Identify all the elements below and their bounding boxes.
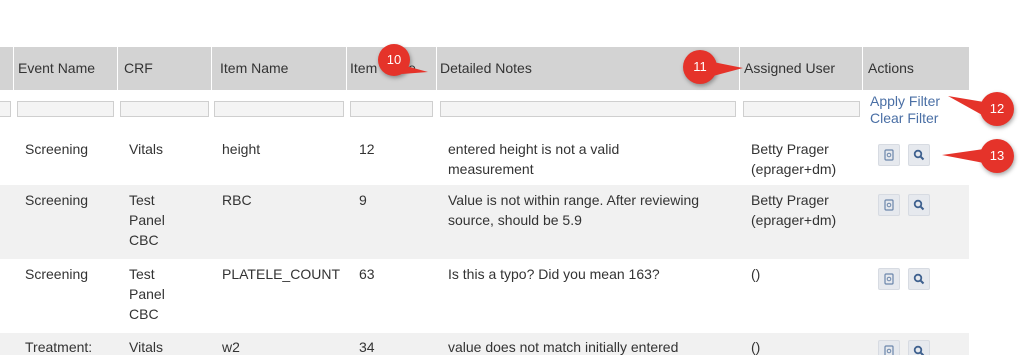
clear-filter-link[interactable]: Clear Filter xyxy=(870,110,938,126)
view-note-button[interactable] xyxy=(878,268,900,290)
note-view-icon xyxy=(884,273,894,285)
filter-input-item-name[interactable] xyxy=(214,101,344,117)
apply-filter-link[interactable]: Apply Filter xyxy=(870,93,940,109)
cell-item-value: 34 xyxy=(359,339,375,355)
filter-input-event-name[interactable] xyxy=(17,101,114,117)
column-header-assigned-user[interactable]: Assigned User xyxy=(744,47,860,90)
cell-event-name: Treatment: xyxy=(25,339,93,355)
cell-item-value: 63 xyxy=(359,266,375,282)
cell-item-name: height xyxy=(222,141,261,157)
magnifier-icon xyxy=(913,199,925,211)
cell-item-value: 9 xyxy=(359,192,367,208)
view-note-button[interactable] xyxy=(878,340,900,355)
cell-item-name: PLATELE_COUNT xyxy=(222,266,340,282)
column-header-crf[interactable]: CRF xyxy=(124,47,210,90)
callout-badge-12: 12 xyxy=(948,92,1014,126)
callout-number: 13 xyxy=(989,148,1005,163)
column-header-event-name[interactable]: Event Name xyxy=(18,47,114,90)
table-header: Event Name CRF Item Name Item Value Deta… xyxy=(0,47,969,90)
cell-detailed-notes: Is this a typo? Did you mean 163? xyxy=(448,266,660,282)
cell-detailed-notes: value does not match initially entered xyxy=(448,339,679,355)
cell-detailed-notes: Value is not within range. After reviewi… xyxy=(448,192,700,228)
filter-input-previous-column[interactable] xyxy=(0,101,11,117)
cell-item-name: w2 xyxy=(222,339,240,355)
note-view-icon xyxy=(884,345,894,355)
table-row: Screening Test Panel CBC PLATELE_COUNT 6… xyxy=(0,259,969,333)
column-divider xyxy=(211,47,212,90)
cell-crf: Test Panel CBC xyxy=(129,266,165,322)
magnifier-icon xyxy=(913,345,925,355)
table-row: Treatment: Vitals w2 34 value does not m… xyxy=(0,333,969,355)
filter-input-crf[interactable] xyxy=(120,101,209,117)
column-header-item-name[interactable]: Item Name xyxy=(220,47,344,90)
cell-crf: Test Panel CBC xyxy=(129,192,165,248)
cell-item-name: RBC xyxy=(222,192,252,208)
column-divider xyxy=(436,47,437,90)
column-divider xyxy=(117,47,118,90)
filter-row: Apply Filter Clear Filter xyxy=(0,90,969,126)
view-item-button[interactable] xyxy=(908,144,930,166)
callout-badge-10: 10 xyxy=(378,44,428,76)
column-divider xyxy=(862,47,863,90)
cell-event-name: Screening xyxy=(25,192,89,208)
column-header-actions: Actions xyxy=(868,60,914,76)
callout-badge-11: 11 xyxy=(683,50,743,84)
callout-number: 10 xyxy=(386,52,402,67)
column-divider xyxy=(346,47,347,90)
filter-input-assigned-user[interactable] xyxy=(743,101,860,117)
callout-number: 11 xyxy=(693,59,707,74)
cell-crf: Vitals xyxy=(129,141,163,157)
note-view-icon xyxy=(884,149,894,161)
view-note-button[interactable] xyxy=(878,194,900,216)
note-view-icon xyxy=(884,199,894,211)
cell-assigned-user: Betty Prager (eprager+dm) xyxy=(751,141,837,177)
callout-number: 12 xyxy=(989,101,1005,116)
view-item-button[interactable] xyxy=(908,268,930,290)
cell-event-name: Screening xyxy=(25,141,89,157)
cell-crf: Vitals xyxy=(129,339,163,355)
view-item-button[interactable] xyxy=(908,340,930,355)
callout-badge-13: 13 xyxy=(942,139,1014,173)
cell-item-value: 12 xyxy=(359,141,375,157)
magnifier-icon xyxy=(913,273,925,285)
cell-assigned-user: Betty Prager (eprager+dm) xyxy=(751,192,837,228)
column-divider xyxy=(13,47,14,90)
cell-assigned-user: () xyxy=(751,339,761,355)
magnifier-icon xyxy=(913,149,925,161)
cell-detailed-notes: entered height is not a valid measuremen… xyxy=(448,141,620,177)
cell-event-name: Screening xyxy=(25,266,89,282)
filter-input-item-value[interactable] xyxy=(350,101,433,117)
filter-input-detailed-notes[interactable] xyxy=(440,101,736,117)
table-row: Screening Vitals height 12 entered heigh… xyxy=(0,126,969,185)
table-row: Screening Test Panel CBC RBC 9 Value is … xyxy=(0,185,969,259)
view-note-button[interactable] xyxy=(878,144,900,166)
cell-assigned-user: () xyxy=(751,266,761,282)
view-item-button[interactable] xyxy=(908,194,930,216)
